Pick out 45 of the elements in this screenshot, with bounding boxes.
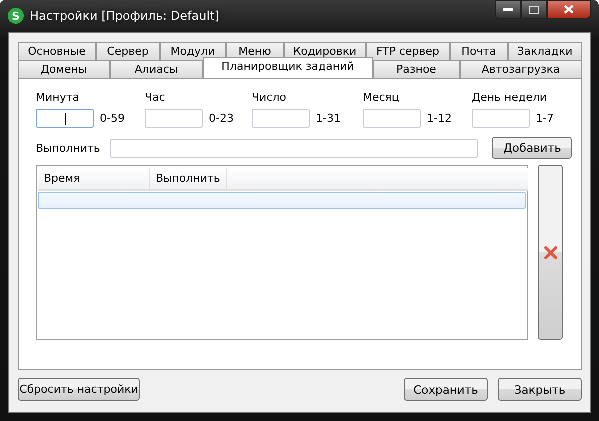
field-label: День недели (472, 91, 548, 104)
app-logo: S (8, 8, 24, 24)
delete-icon (544, 246, 558, 260)
reset-button[interactable]: Сбросить настройки (18, 378, 140, 401)
field-label: Выполнить (36, 142, 100, 154)
tab[interactable]: Домены (18, 60, 110, 78)
range-label: 1-7 (536, 112, 554, 125)
tab[interactable]: Почта (450, 42, 508, 60)
tab[interactable]: Сервер (96, 42, 160, 60)
add-button[interactable]: Добавить (492, 137, 572, 159)
input-field[interactable] (36, 109, 94, 128)
tab[interactable]: Планировщик заданий (203, 57, 373, 78)
delete-button[interactable] (538, 165, 563, 340)
column-header[interactable]: Время (38, 168, 150, 189)
minimize-icon (503, 8, 513, 12)
close-dialog-button[interactable]: Закрыть (498, 378, 582, 401)
close-icon (564, 5, 574, 14)
tab[interactable]: Модули (160, 42, 226, 60)
table-row[interactable] (38, 192, 526, 209)
input-field[interactable] (110, 138, 478, 158)
save-button[interactable]: Сохранить (404, 378, 488, 401)
range-label: 0-23 (209, 112, 234, 125)
input-field[interactable] (472, 109, 530, 128)
maximize-icon (529, 6, 539, 14)
tab[interactable]: Закладки (508, 42, 582, 60)
input-field[interactable] (363, 109, 421, 128)
input-field[interactable] (145, 109, 203, 128)
field-label: Месяц (363, 91, 400, 104)
tab[interactable]: FTP сервер (366, 42, 450, 60)
field-label: Число (252, 91, 288, 104)
tab[interactable]: Автозагрузка (460, 60, 582, 78)
range-label: 1-31 (316, 112, 341, 125)
window-title: Настройки [Профиль: Default] (30, 9, 220, 23)
maximize-button[interactable] (521, 0, 547, 19)
range-label: 1-12 (427, 112, 452, 125)
tab[interactable]: Алиасы (110, 60, 203, 78)
tab[interactable]: Разное (373, 60, 460, 78)
field-label: Минута (36, 91, 80, 104)
column-header[interactable]: Выполнить (150, 168, 228, 189)
range-label: 0-59 (100, 112, 125, 125)
input-field[interactable] (252, 109, 310, 128)
minimize-button[interactable] (495, 0, 521, 19)
field-label: Час (145, 91, 166, 104)
close-button[interactable] (547, 0, 591, 19)
tab[interactable]: Основные (18, 42, 96, 60)
